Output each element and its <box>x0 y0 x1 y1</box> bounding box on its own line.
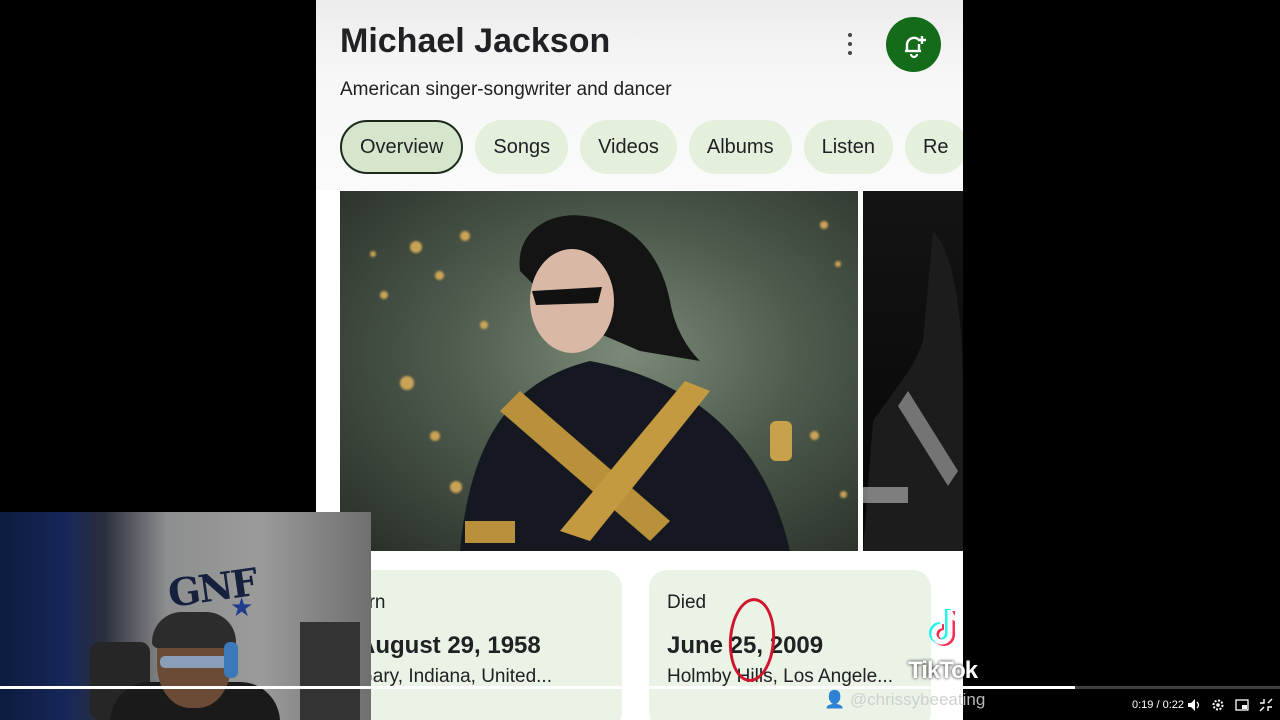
tab-albums[interactable]: Albums <box>688 120 792 174</box>
exit-fullscreen-icon[interactable] <box>1258 697 1274 713</box>
performer-silhouette <box>460 215 792 551</box>
second-image[interactable] <box>863 191 963 551</box>
born-date: August 29, 1958 <box>358 632 541 659</box>
tab-reviews[interactable]: Re <box>904 120 963 174</box>
bell-plus-icon <box>904 35 926 58</box>
volume-icon[interactable] <box>1186 697 1202 713</box>
born-card[interactable]: orn August 29, 1958 Gary, Indiana, Unite… <box>340 570 622 720</box>
background-shelf <box>300 622 360 720</box>
entity-title: Michael Jackson <box>340 22 611 60</box>
vertical-dots-icon[interactable] <box>840 30 860 58</box>
tab-videos[interactable]: Videos <box>580 120 677 174</box>
born-place: Gary, Indiana, United... <box>358 666 552 687</box>
video-time: 0:19 / 0:22 <box>1132 699 1184 711</box>
headset-icon <box>224 642 238 678</box>
performer-silhouette-2 <box>863 231 963 551</box>
video-progress-fill <box>0 686 1076 689</box>
tiktok-wordmark: TikTok <box>908 657 978 684</box>
tab-overview[interactable]: Overview <box>340 120 464 174</box>
died-place: Holmby Hills, Los Angele... <box>667 666 893 687</box>
knowledge-panel: Michael Jackson American singer-songwrit… <box>316 0 963 720</box>
tiktok-username: 👤 @chrissybeeating <box>824 690 986 709</box>
tinted-glasses <box>160 656 230 668</box>
video-progress-bar[interactable] <box>0 686 1280 689</box>
streamer-cap <box>152 612 236 648</box>
tiktok-logo-icon <box>929 609 963 646</box>
hero-image[interactable] <box>340 191 858 551</box>
username-text: @chrissybeeating <box>849 690 986 709</box>
follow-button[interactable] <box>886 17 941 72</box>
entity-subtitle: American singer-songwriter and dancer <box>340 79 672 100</box>
died-label: Died <box>667 592 707 613</box>
category-tabs: Overview Songs Videos Albums Listen Re <box>340 120 963 174</box>
miniplayer-icon[interactable] <box>1234 697 1250 713</box>
settings-icon[interactable] <box>1210 697 1226 713</box>
tab-listen[interactable]: Listen <box>803 120 893 174</box>
star-icon: ★ <box>230 592 254 622</box>
tab-songs[interactable]: Songs <box>475 120 569 174</box>
